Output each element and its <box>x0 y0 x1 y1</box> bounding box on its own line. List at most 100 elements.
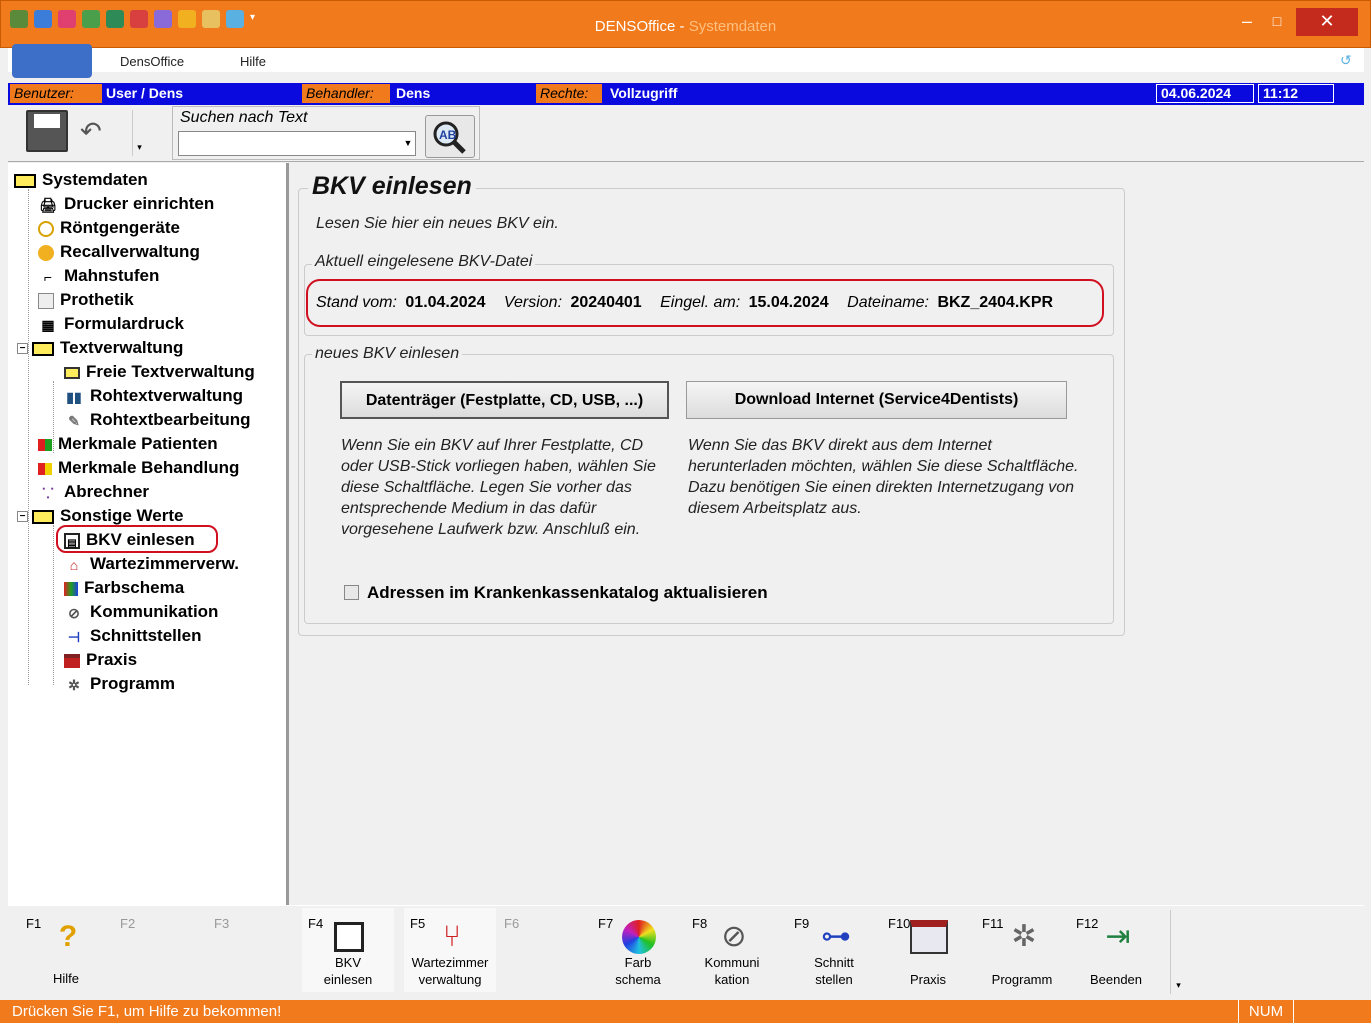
disk-description: Wenn Sie ein BKV auf Ihrer Festplatte, C… <box>341 437 656 538</box>
menu-densoffice[interactable]: DensOffice <box>120 54 184 69</box>
tree-item-mahnstufen[interactable]: ⌐ Mahnstufen <box>38 264 159 288</box>
open-folder-icon <box>64 366 80 379</box>
tree-item-rohtextverwaltung[interactable]: ▮▮ Rohtextverwaltung <box>64 384 243 408</box>
tree-item-farbschema[interactable]: Farbschema <box>64 576 184 600</box>
blocks-icon <box>38 438 52 451</box>
date-display: 04.06.2024 <box>1156 84 1254 103</box>
version-label: Version: <box>503 294 563 311</box>
f1-hilfe-button[interactable]: F1 ? Hilfe <box>20 908 112 992</box>
color-icon <box>64 581 78 596</box>
user-label: Benutzer: <box>10 84 102 103</box>
f11-programm-button[interactable]: F11 ✲ Programm <box>976 908 1068 992</box>
building-icon <box>910 920 948 954</box>
tree-item-abrechner[interactable]: ⸪ Abrechner <box>38 480 149 504</box>
f7-farbschema-button[interactable]: F7 Farb schema <box>592 908 684 992</box>
ribbon-pin-icon[interactable]: ↺ <box>1340 52 1356 68</box>
tree-item-recall[interactable]: Recallverwaltung <box>38 240 200 264</box>
tree-item-formulardruck[interactable]: ▦ Formulardruck <box>38 312 184 336</box>
fkey-number: F11 <box>982 916 1004 931</box>
internet-button[interactable]: Download Internet (Service4Dentists) <box>686 381 1067 419</box>
rohtext-icon: ▮▮ <box>66 388 82 405</box>
tree-item-freie-text[interactable]: Freie Textverwaltung <box>64 360 255 384</box>
search-label: Suchen nach Text <box>180 109 308 126</box>
stairs-icon: ⌐ <box>43 268 53 285</box>
doctor-label: Behandler: <box>302 84 390 103</box>
search-icon: AB <box>433 121 466 154</box>
tree-item-praxis[interactable]: Praxis <box>64 648 137 672</box>
f10-praxis-button[interactable]: F10 Praxis <box>882 908 974 992</box>
f6-button: F6 <box>498 908 590 992</box>
update-addresses-checkbox[interactable] <box>344 585 359 600</box>
exit-door-icon: ⇥ <box>1105 920 1131 953</box>
fkey-label: Beenden <box>1089 972 1143 987</box>
tree-item-kommunikation[interactable]: ⊘ Kommunikation <box>64 600 218 624</box>
minimize-button[interactable]: – <box>1232 8 1262 36</box>
fkey-number: F1 <box>26 916 42 931</box>
fkey-number: F4 <box>308 916 324 931</box>
fkey-label: Schnitt <box>814 955 854 970</box>
maximize-button[interactable]: □ <box>1262 8 1292 36</box>
file-value: BKZ_2404.KPR <box>937 294 1054 311</box>
blocks-icon <box>38 462 52 475</box>
f3-button: F3 <box>208 908 300 992</box>
fkey-number: F7 <box>598 916 614 931</box>
prothetik-icon <box>38 292 54 309</box>
folder-icon <box>32 509 54 524</box>
eingel-value: 15.04.2024 <box>748 294 829 311</box>
tree-item-merkmale-patienten[interactable]: Merkmale Patienten <box>38 432 218 456</box>
tree-item-merkmale-behandlung[interactable]: Merkmale Behandlung <box>38 456 239 480</box>
satellite-icon: ⊘ <box>68 604 80 621</box>
tree-guide-line <box>53 525 54 685</box>
window-title: DENSOffice - Systemdaten <box>594 18 777 35</box>
new-bkv-frame-title: neues BKV einlesen <box>312 345 463 363</box>
tree-item-wartezimmer[interactable]: ⌂ Wartezimmerverw. <box>64 552 239 576</box>
toolbar-overflow-icon[interactable]: ▾ <box>132 110 146 156</box>
f9-schnittstellen-button[interactable]: F9 ⊶ Schnitt stellen <box>788 908 880 992</box>
color-wheel-icon <box>622 920 656 954</box>
f4-bkv-button[interactable]: F4 BKV einlesen <box>302 908 394 992</box>
stand-label: Stand vom: <box>316 294 397 311</box>
help-icon: ? <box>58 920 78 953</box>
undo-icon[interactable]: ↶ <box>80 116 102 147</box>
tree-item-prothetik[interactable]: Prothetik <box>38 288 134 312</box>
tree-item-programm[interactable]: ✲ Programm <box>64 672 175 696</box>
intro-text: Lesen Sie hier ein neues BKV ein. <box>316 215 559 232</box>
fkey-number: F6 <box>504 916 520 931</box>
program-icon: ✲ <box>1011 920 1037 953</box>
edit-icon: ✎ <box>68 412 80 429</box>
tree-item-schnittstellen[interactable]: ⊣ Schnittstellen <box>64 624 202 648</box>
fkey-number: F3 <box>214 916 230 931</box>
save-icon[interactable] <box>26 110 68 152</box>
page-title: BKV einlesen <box>308 172 476 201</box>
fkey-overflow-icon[interactable]: ▾ <box>1170 910 1186 994</box>
tree-item-textverwaltung[interactable]: − Textverwaltung <box>17 336 183 360</box>
fkey-number: F10 <box>888 916 911 931</box>
menu-hilfe[interactable]: Hilfe <box>240 54 266 69</box>
abrechner-icon: ⸪ <box>42 484 54 501</box>
tree-item-roentgen[interactable]: Röntgengeräte <box>38 216 180 240</box>
search-button[interactable]: AB <box>425 115 475 158</box>
tree-item-rohtextbearbeitung[interactable]: ✎ Rohtextbearbeitung <box>64 408 250 432</box>
internet-description: Wenn Sie das BKV direkt aus dem Internet… <box>688 437 1079 517</box>
tree-item-bkv-einlesen[interactable]: ▤ BKV einlesen <box>64 528 195 552</box>
collapse-icon[interactable]: − <box>17 511 28 523</box>
tree-root-systemdaten[interactable]: Systemdaten <box>14 168 148 192</box>
f5-wartezimmer-button[interactable]: F5 ⑂ Wartezimmer verwaltung <box>404 908 496 992</box>
fkey-label: Farb <box>624 955 652 970</box>
satellite-icon: ⊘ <box>721 920 747 953</box>
search-input[interactable] <box>178 131 416 156</box>
fkey-label: Hilfe <box>52 971 79 986</box>
disk-button[interactable]: Datenträger (Festplatte, CD, USB, ...) <box>340 381 669 419</box>
collapse-icon[interactable]: − <box>17 343 28 355</box>
search-dropdown-icon[interactable]: ▼ <box>401 132 415 155</box>
f8-kommunikation-button[interactable]: F8 ⊘ Kommuni kation <box>686 908 778 992</box>
building-icon <box>64 653 80 668</box>
fkey-number: F8 <box>692 916 708 931</box>
printer-icon: 🖨 <box>39 196 57 213</box>
close-button[interactable]: ✕ <box>1296 8 1358 36</box>
f12-beenden-button[interactable]: F12 ⇥ Beenden <box>1070 908 1162 992</box>
tree-item-drucker[interactable]: 🖨 Drucker einrichten <box>38 192 214 216</box>
menu-bar <box>8 48 1364 72</box>
waiting-room-icon: ⌂ <box>69 556 79 573</box>
book-icon: ▤ <box>64 532 80 549</box>
